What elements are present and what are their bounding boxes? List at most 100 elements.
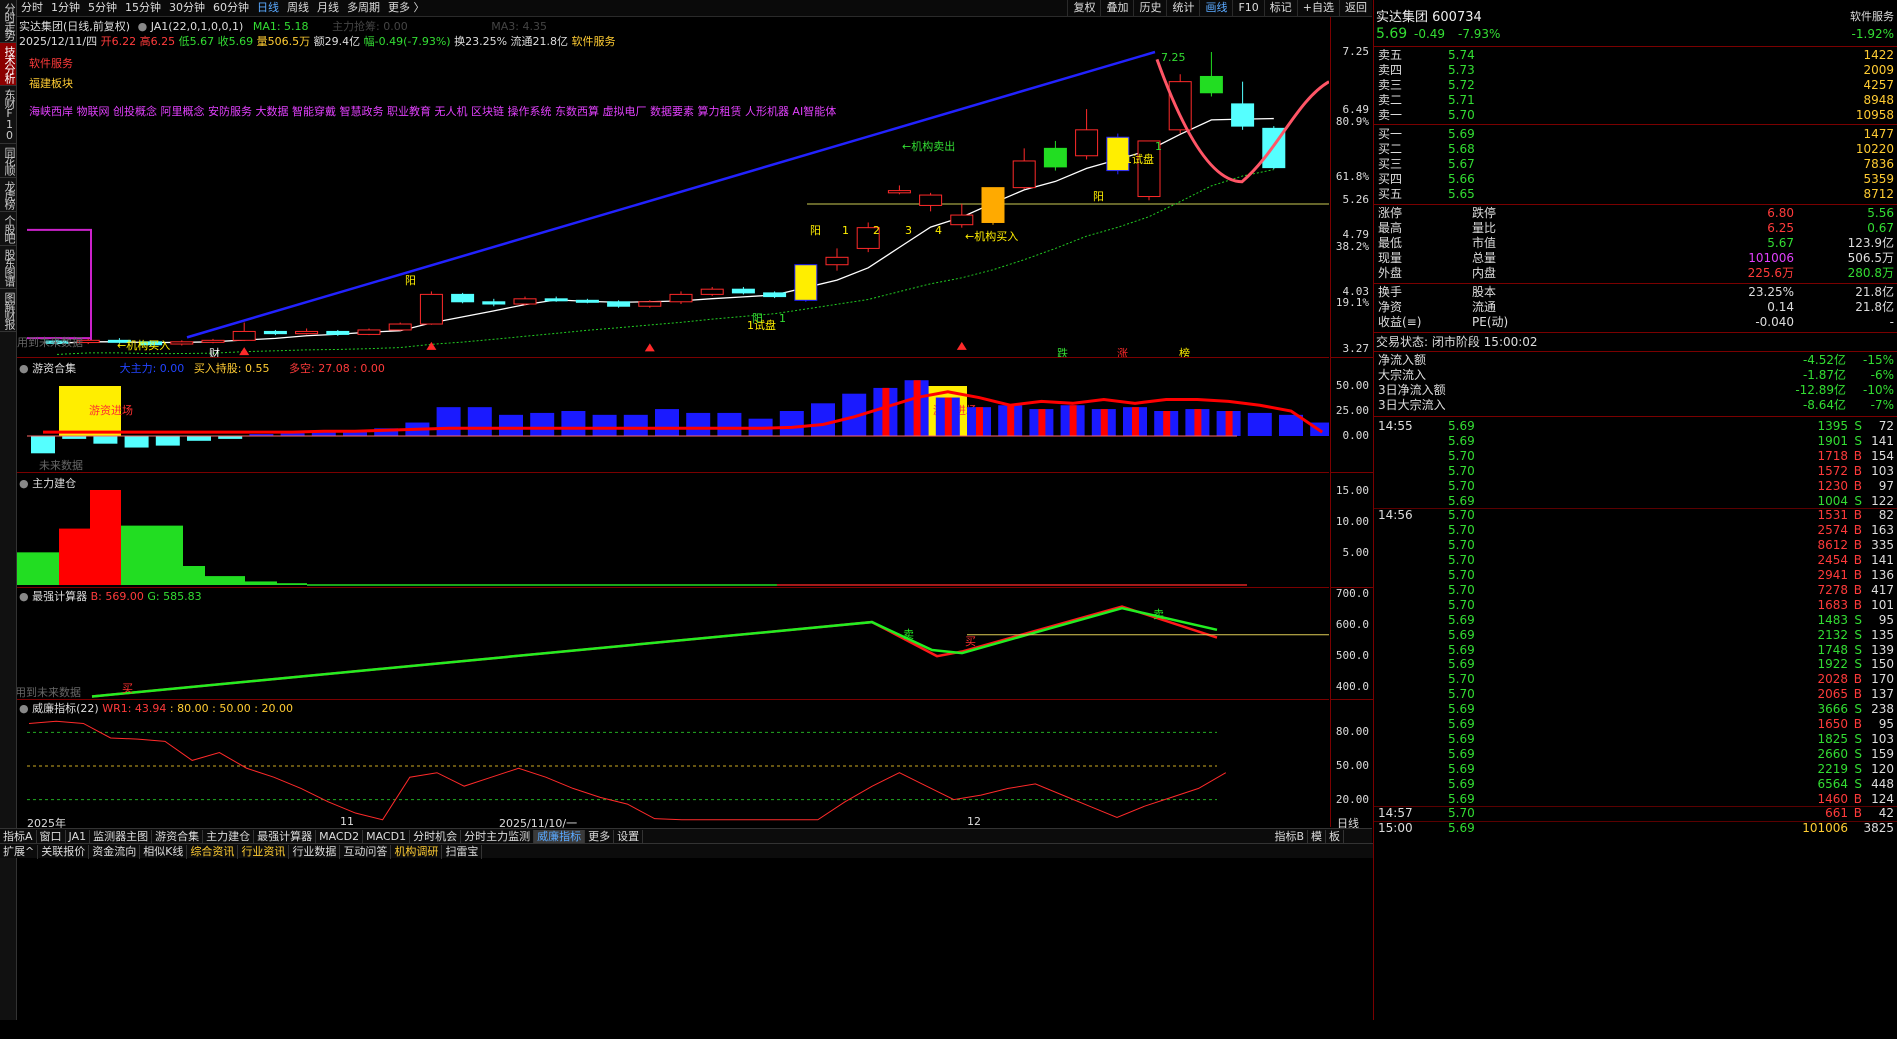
candle-body[interactable]	[638, 301, 662, 307]
candle-body[interactable]	[1043, 147, 1067, 168]
candle-body[interactable]	[950, 214, 974, 226]
info-tab[interactable]: 关联报价	[38, 845, 90, 859]
indicator-tab[interactable]: 游资合集	[152, 830, 204, 844]
candle-body[interactable]	[513, 298, 537, 305]
info-tab[interactable]: 资金流向	[89, 845, 141, 859]
indicator-tab[interactable]: 更多	[585, 830, 615, 844]
candle-body[interactable]	[794, 264, 818, 301]
indicator-tab[interactable]: 威廉指标	[534, 830, 586, 844]
period-tab[interactable]: 30分钟	[165, 0, 209, 16]
indicator-tab[interactable]: JA1	[66, 830, 91, 844]
yz-chart[interactable]: 游资进场游资进场未来数据	[17, 358, 1329, 472]
info-tab[interactable]: 互动问答	[340, 845, 392, 859]
indicator-tab[interactable]: 设置	[614, 830, 644, 844]
indicator-tab[interactable]: 分时主力监测	[461, 830, 535, 844]
indicator-tab[interactable]: 分时机会	[410, 830, 462, 844]
candle-body[interactable]	[1012, 160, 1036, 189]
indicator-tab[interactable]: 板	[1326, 830, 1344, 844]
info-tab[interactable]: 相似K线	[140, 845, 188, 859]
period-tab[interactable]: 周线	[283, 0, 313, 16]
calc-panel[interactable]: ● 最强计算器 B: 569.00 G: 585.83 买买卖卖用到未来数据	[17, 588, 1329, 700]
candle-body[interactable]	[451, 293, 475, 303]
info-tab[interactable]: 行业数据	[289, 845, 341, 859]
candle-body[interactable]	[544, 298, 568, 302]
info-tab[interactable]: 综合资讯	[187, 845, 239, 859]
candle-body[interactable]	[295, 330, 319, 335]
toolbar-button[interactable]: 统计	[1166, 0, 1199, 16]
candle-body[interactable]	[575, 299, 599, 303]
indicator-tab[interactable]: 指标A	[0, 830, 37, 844]
wr-panel[interactable]: ● 威廉指标(22) WR1: 43.94 : 80.00 : 50.00 : …	[17, 700, 1329, 827]
candle-body[interactable]	[763, 292, 787, 298]
candle-body[interactable]	[731, 288, 755, 294]
kline-chart[interactable]: ←机构买入←机构卖出←机构买入阳阳阳阳1试盘1试盘财1 2 3 4117.25跌涨榜用…	[17, 17, 1329, 357]
candle-body[interactable]	[201, 339, 225, 343]
indicator-tab[interactable]: 监测器主图	[90, 830, 153, 844]
candle-body[interactable]	[919, 194, 943, 206]
info-tab[interactable]: 扫雷宝	[442, 845, 483, 859]
period-tab[interactable]: 日线	[253, 0, 283, 16]
candle-body[interactable]	[232, 330, 256, 341]
candle-body[interactable]	[357, 329, 381, 335]
candle-body[interactable]	[263, 330, 287, 335]
candle-body[interactable]	[981, 187, 1005, 223]
period-tab[interactable]: 5分钟	[84, 0, 121, 16]
toolbar-button[interactable]: 返回	[1339, 0, 1372, 16]
toolbar-button[interactable]: 复权	[1067, 0, 1100, 16]
info-tab[interactable]: 行业资讯	[238, 845, 290, 859]
left-nav-item[interactable]: 个股吧	[0, 212, 16, 246]
candle-body[interactable]	[607, 301, 631, 307]
toolbar-button[interactable]: 历史	[1133, 0, 1166, 16]
left-nav-item[interactable]: 同花顺	[0, 144, 16, 178]
candle-body[interactable]	[700, 288, 724, 295]
left-nav-item[interactable]: 分时走势	[0, 0, 16, 43]
indicator-tab[interactable]: MACD2	[316, 830, 364, 844]
period-tab[interactable]: 1分钟	[47, 0, 84, 16]
candle-body[interactable]	[669, 293, 693, 303]
main-kline-panel[interactable]: 实达集团(日线,前复权) ● JA1(22,0,1,0,0,1) MA1: 5.…	[17, 17, 1329, 358]
left-nav-item[interactable]: 股东图谱	[0, 246, 16, 289]
period-tab[interactable]: 更多 〉	[384, 0, 429, 16]
candle-body[interactable]	[170, 341, 194, 345]
toolbar-button[interactable]: +自选	[1296, 0, 1339, 16]
candle-body[interactable]	[887, 190, 911, 194]
wr-chart[interactable]	[17, 700, 1329, 827]
period-tab[interactable]: 多周期	[343, 0, 384, 16]
period-tab[interactable]: 月线	[313, 0, 343, 16]
candle-body[interactable]	[1075, 129, 1099, 157]
toolbar-button[interactable]: 叠加	[1100, 0, 1133, 16]
candle-body[interactable]	[482, 301, 506, 305]
indicator-tab[interactable]: MACD1	[363, 830, 411, 844]
left-nav-item[interactable]: 图解财报	[0, 289, 16, 332]
yz-panel[interactable]: ● 游资合集 大主力: 0.00 买入持股: 0.55 多空: 27.08 : …	[17, 358, 1329, 473]
indicator-tab[interactable]: 指标B	[1271, 830, 1308, 844]
candle-body[interactable]	[1168, 81, 1192, 131]
candle-body[interactable]	[388, 323, 412, 331]
toolbar-button[interactable]: 画线	[1199, 0, 1232, 16]
toolbar-button[interactable]: F10	[1232, 0, 1263, 16]
candle-body[interactable]	[1199, 75, 1223, 94]
ask-label: 卖三	[1378, 78, 1403, 92]
zl-chart[interactable]	[17, 473, 1329, 587]
zl-panel[interactable]: ● 主力建仓	[17, 473, 1329, 588]
info-tab[interactable]: 机构调研	[391, 845, 443, 859]
indicator-tab[interactable]: 模	[1308, 830, 1326, 844]
candle-body[interactable]	[825, 256, 849, 266]
candle-body[interactable]	[326, 330, 350, 335]
left-nav-item[interactable]: 技术分析	[0, 43, 16, 86]
indicator-tab[interactable]: 窗口	[37, 830, 66, 844]
calc-chart[interactable]: 买买卖卖用到未来数据	[17, 588, 1329, 699]
indicator-tab[interactable]: 主力建仓	[203, 830, 255, 844]
indicator-tab[interactable]: 最强计算器	[254, 830, 317, 844]
toolbar-button[interactable]: 标记	[1263, 0, 1297, 16]
left-nav-item[interactable]: 龙虎榜	[0, 178, 16, 212]
stat-value: 0.67	[1867, 221, 1894, 235]
candle-body[interactable]	[419, 293, 443, 325]
info-tab[interactable]: 扩展^	[0, 845, 39, 859]
left-nav-item[interactable]: 东财F10	[0, 86, 16, 144]
period-tab[interactable]: 60分钟	[209, 0, 253, 16]
stat-label: 最低	[1378, 236, 1403, 250]
candle-body[interactable]	[1231, 103, 1255, 127]
period-tab[interactable]: 15分钟	[121, 0, 165, 16]
period-tab[interactable]: 分时	[17, 0, 47, 16]
